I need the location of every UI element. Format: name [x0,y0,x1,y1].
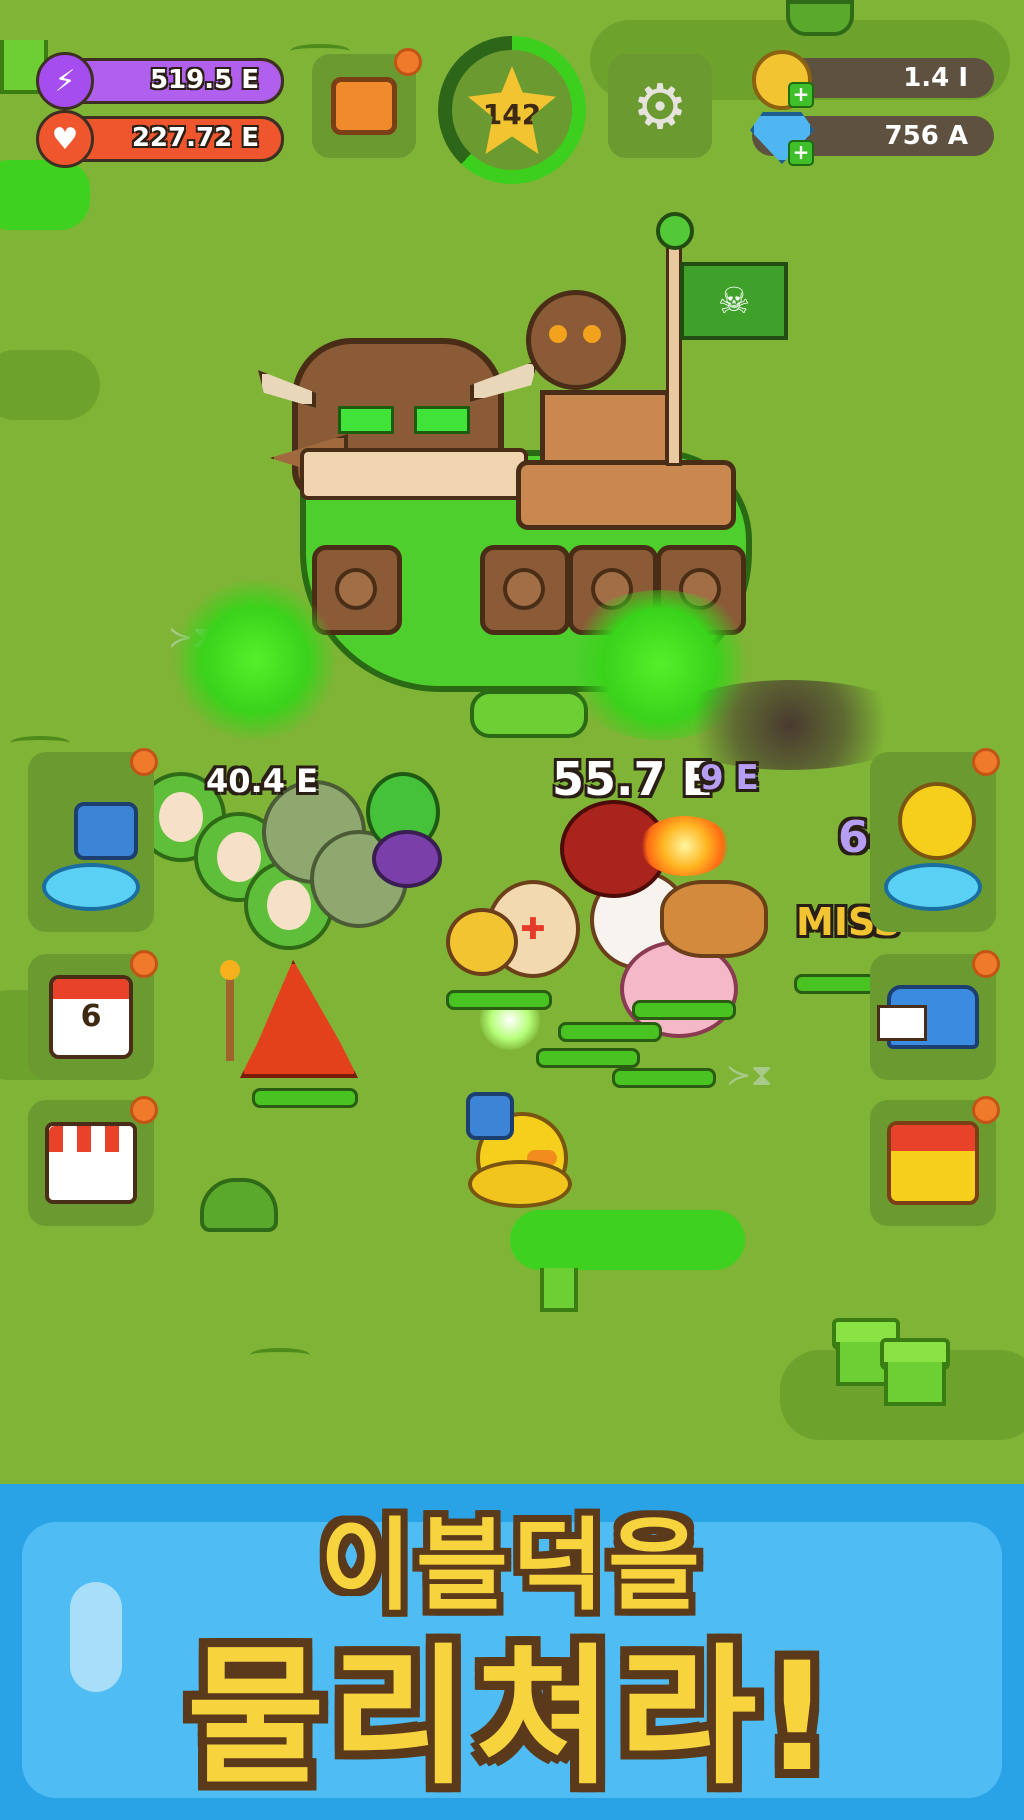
pipe [884,1362,946,1406]
stage-level: 142 [482,97,542,131]
notification-badge [972,748,1000,776]
pipe [540,1268,578,1312]
red-cross-icon: ✚ [520,911,546,947]
treasure-chest-icon [887,1121,979,1205]
summon-portal-button[interactable] [28,748,158,932]
red-wizard-duck[interactable] [240,960,358,1078]
staff-orb [220,960,240,980]
damage-number: 9 E [700,758,759,798]
health-value: 227.72 E [131,123,259,153]
duck-bubble-icon [898,782,976,860]
eggplant [372,830,442,888]
gear-icon: ⚙ [632,69,688,143]
health-bar [446,990,552,1010]
health-bar [558,1022,662,1042]
gold-armor-duck[interactable] [446,908,518,976]
ground-patch [0,350,100,420]
chest-button[interactable] [312,48,422,158]
stage-level-display[interactable]: 142 [452,50,572,170]
flag-ball [656,212,694,250]
mailbox-button[interactable] [870,950,1000,1080]
tank-scarf [300,448,528,500]
calendar-icon: 6 [49,975,133,1059]
notification-badge [394,48,422,76]
energy-value: 519.5 E [149,65,259,95]
shop-button[interactable] [28,1096,158,1226]
portal-icon [42,863,140,911]
explosion [640,816,730,876]
gem-value: 756 A [884,121,968,151]
mailbox-icon [877,985,979,1049]
add-gem-button[interactable]: + [788,140,814,166]
wizard-staff [226,966,234,1061]
chest-icon [331,77,397,135]
lightning-icon: ⚡ [36,52,94,110]
horn-weapon-icon [466,1092,514,1140]
stage-progress-ring: 142 [438,36,586,184]
grass-tuft [250,1348,310,1362]
gold-value: 1.4 I [903,63,968,93]
cowboy-duck[interactable] [660,880,768,958]
spike-rail [516,460,736,530]
grass-tuft [10,736,70,750]
notification-badge [130,950,158,978]
eye [583,325,601,343]
duck-face [159,792,203,842]
glowing-eye [338,406,394,434]
toxic-smoke [170,580,340,740]
settings-button[interactable]: ⚙ [608,54,712,158]
add-gold-button[interactable]: + [788,82,814,108]
shop-icon [45,1122,137,1204]
damage-number: 40.4 E [206,762,318,800]
skull-icon: ☠ [717,280,751,322]
fish-bone-icon: ≻⧗ [726,1058,773,1093]
notification-badge [972,1096,1000,1124]
mossy-rock [200,1178,278,1232]
calendar-button[interactable]: 6 [28,950,158,1080]
notification-badge [130,748,158,776]
slime-puddle [510,1210,745,1270]
health-bar [252,1088,358,1108]
skull-flag: ☠ [680,262,788,340]
mossy-rock [786,0,854,36]
boss-portal-button[interactable] [870,748,1000,932]
trumpet-duck-icon [74,802,138,860]
eye [549,325,567,343]
tank-wheel [480,545,570,635]
health-bar [536,1048,640,1068]
health-bar [632,1000,736,1020]
health-bar [612,1068,716,1088]
slime-puddle [0,160,90,230]
heart-icon: ♥ [36,110,94,168]
star-icon: 142 [468,66,556,154]
commander-tower [540,390,670,470]
notification-badge [130,1096,158,1124]
letter-icon [877,1005,927,1041]
banner-title-line2: 물리쳐라! [186,1631,838,1805]
notification-badge [972,950,1000,978]
damage-number: 55.7 E [552,752,713,806]
calendar-day: 6 [80,999,102,1034]
commander-duck[interactable] [526,290,626,390]
battlefield: ≻⧗ ≻⧗ ☠ ✚ [0,0,1024,1484]
portal-icon [884,863,982,911]
glowing-eye [414,406,470,434]
duck-face [267,880,311,930]
duck-body [468,1160,572,1208]
treasure-button[interactable] [870,1096,1000,1226]
